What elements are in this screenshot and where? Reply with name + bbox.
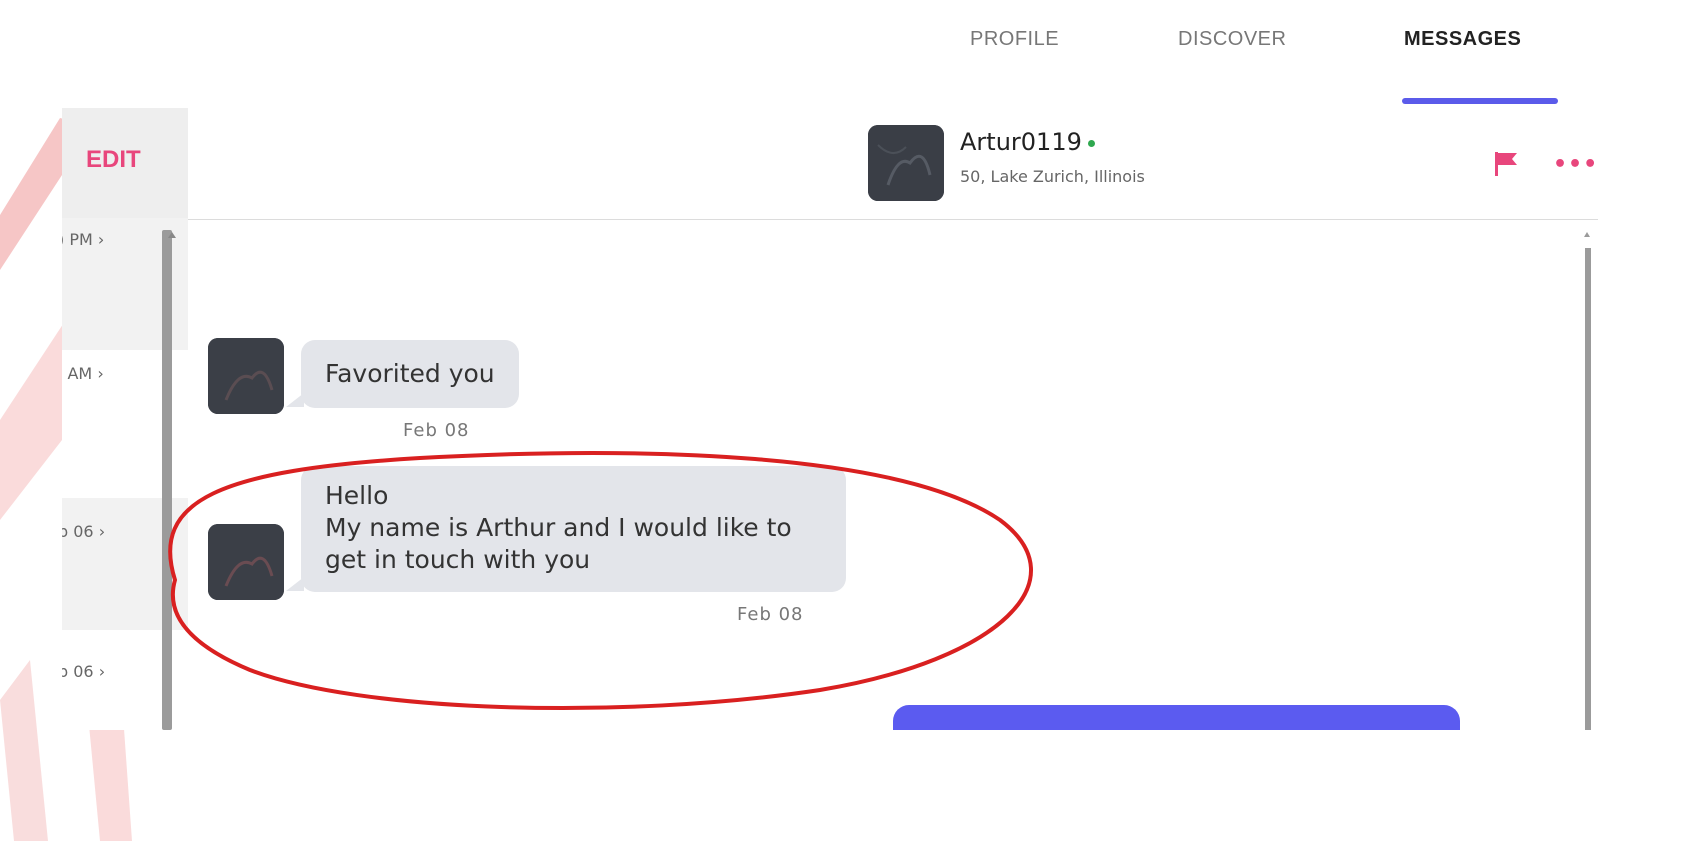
edit-button[interactable]: EDIT [86,146,141,174]
active-tab-underline [1402,98,1558,104]
message-thread-scrollbar[interactable] [1585,248,1591,730]
nav-discover[interactable]: DISCOVER [1178,28,1286,51]
avatar[interactable] [868,125,944,201]
conversation-time: ) PM › [62,230,105,249]
online-status-dot [1087,139,1095,147]
scroll-up-arrow-icon[interactable] [1584,232,1590,237]
nav-messages[interactable]: MESSAGES [1404,28,1521,51]
message-bubble: Hello My name is Arthur and I would like… [301,466,846,592]
sender-avatar[interactable] [208,524,284,600]
conversation-list-header: EDIT [62,108,188,218]
conversation-list-scrollbar[interactable] [162,230,172,730]
message-line: Hello [325,481,389,510]
top-navigation: PROFILE DISCOVER MESSAGES [0,28,1687,58]
scroll-up-arrow-icon[interactable] [168,232,176,238]
flag-icon[interactable] [1493,150,1519,178]
message-date: Feb 08 [403,420,470,441]
sender-avatar[interactable] [208,338,284,414]
outgoing-message-bubble [893,705,1460,730]
chat-header: Artur0119 50, Lake Zurich, Illinois ••• [188,108,1598,220]
chat-username: Artur0119 [960,128,1095,156]
message-bubble: Favorited you [301,340,519,408]
message-date: Feb 08 [737,604,804,625]
chat-user-details: 50, Lake Zurich, Illinois [960,167,1145,186]
conversation-time: b 06 › [62,662,106,681]
message-thread: Favorited you Feb 08 Hello My name is Ar… [188,221,1598,730]
nav-profile[interactable]: PROFILE [970,28,1059,51]
more-options-icon[interactable]: ••• [1553,152,1598,177]
message-text: Favorited you [325,359,495,388]
conversation-time: b 06 › [62,522,106,541]
message-line: My name is Arthur and I would like to [325,513,792,542]
message-line: get in touch with you [325,545,591,574]
conversation-time: ' AM › [62,364,104,383]
username-text: Artur0119 [960,128,1082,156]
